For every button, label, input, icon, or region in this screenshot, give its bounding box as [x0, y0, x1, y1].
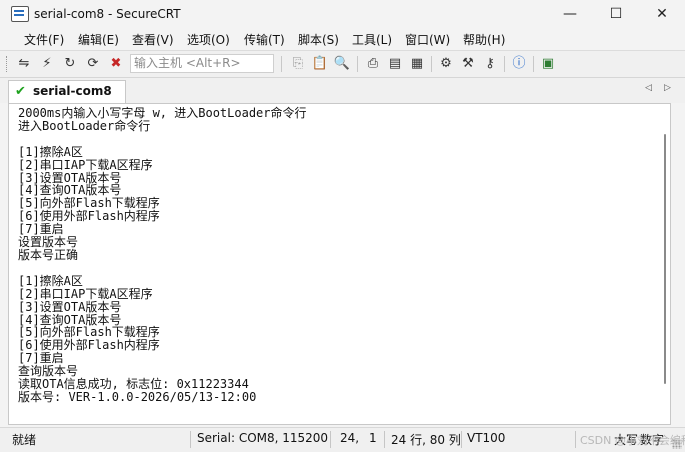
toolbar-separator	[281, 56, 282, 72]
disconnect-icon[interactable]: ✖	[106, 55, 126, 73]
status-separator	[330, 431, 331, 448]
toolbar: ⇋ ⚡ ↻ ⟳ ✖ 输入主机 <Alt+R> ⎘ 📋 🔍 ⎙ ▤ ▦ ⚙ ⚒ ⚷…	[0, 50, 685, 78]
status-row: 24,	[340, 431, 360, 445]
connect-icon[interactable]: ⇋	[14, 55, 34, 73]
window-title: serial-com8 - SecureCRT	[34, 7, 181, 21]
toolbar-separator	[504, 56, 505, 72]
quick-connect-icon[interactable]: ⚡	[37, 55, 57, 73]
toolbar-separator	[431, 56, 432, 72]
keymap-icon[interactable]: ⚷	[480, 55, 500, 73]
print-icon[interactable]: ⎙	[363, 55, 383, 73]
connected-check-icon: ✔	[15, 84, 26, 99]
print-setup-icon[interactable]: ▤	[385, 55, 405, 73]
status-emulation: VT100	[467, 431, 506, 445]
paste-icon[interactable]: 📋	[310, 55, 330, 73]
menu-tools[interactable]: 工具(L)	[352, 31, 392, 48]
terminal-output: 2000ms内输入小写字母 w, 进入BootLoader命令行 进入BootL…	[18, 106, 307, 404]
global-options-icon[interactable]: ⚒	[458, 55, 478, 73]
menu-options[interactable]: 选项(O)	[187, 31, 230, 48]
reconnect-all-icon[interactable]: ⟳	[83, 55, 103, 73]
status-size: 24 行, 80 列	[391, 433, 461, 447]
minimize-button[interactable]: —	[547, 0, 593, 28]
toolbar-grip[interactable]	[6, 56, 10, 72]
watermark: CSDN @小刘不会编程	[580, 434, 685, 447]
menu-script[interactable]: 脚本(S)	[298, 31, 339, 48]
help-icon[interactable]: ⓘ	[509, 55, 529, 73]
menu-window[interactable]: 窗口(W)	[405, 31, 450, 48]
session-options-icon[interactable]: ⚙	[436, 55, 456, 73]
host-input[interactable]: 输入主机 <Alt+R>	[130, 54, 274, 73]
status-separator	[190, 431, 191, 448]
status-ready: 就绪	[12, 433, 37, 447]
reconnect-icon[interactable]: ↻	[60, 55, 80, 73]
toolbar-separator	[357, 56, 358, 72]
status-separator	[575, 431, 576, 448]
securecrt-app-icon[interactable]	[11, 6, 29, 22]
tab-serial-com8[interactable]: ✔ serial-com8	[8, 80, 126, 103]
copy-icon[interactable]: ⎘	[288, 55, 308, 73]
close-button[interactable]: ✕	[639, 0, 685, 28]
menu-view[interactable]: 查看(V)	[132, 31, 174, 48]
status-col: 1	[369, 431, 377, 445]
title-bar: serial-com8 - SecureCRT — ☐ ✕	[0, 0, 685, 28]
menu-file[interactable]: 文件(F)	[24, 31, 64, 48]
status-separator	[461, 431, 462, 448]
menu-help[interactable]: 帮助(H)	[463, 31, 505, 48]
sftp-icon[interactable]: ▣	[538, 55, 558, 73]
status-separator	[384, 431, 385, 448]
menu-transfer[interactable]: 传输(T)	[244, 31, 285, 48]
session-tab-bar: ✔ serial-com8	[0, 78, 685, 103]
tab-label: serial-com8	[33, 84, 112, 98]
toolbar-separator	[533, 56, 534, 72]
menu-bar: 文件(F) 编辑(E) 查看(V) 选项(O) 传输(T) 脚本(S) 工具(L…	[0, 28, 685, 50]
terminal-scrollbar[interactable]	[664, 134, 666, 384]
maximize-button[interactable]: ☐	[593, 0, 639, 28]
tab-scroll-right-icon[interactable]: ▷	[664, 83, 671, 93]
log-session-icon[interactable]: ▦	[407, 55, 427, 73]
status-connection: Serial: COM8, 115200	[197, 431, 329, 445]
find-icon[interactable]: 🔍	[332, 55, 352, 73]
tab-scroll-left-icon[interactable]: ◁	[645, 83, 652, 93]
terminal-view[interactable]: 2000ms内输入小写字母 w, 进入BootLoader命令行 进入BootL…	[8, 103, 671, 425]
menu-edit[interactable]: 编辑(E)	[78, 31, 119, 48]
